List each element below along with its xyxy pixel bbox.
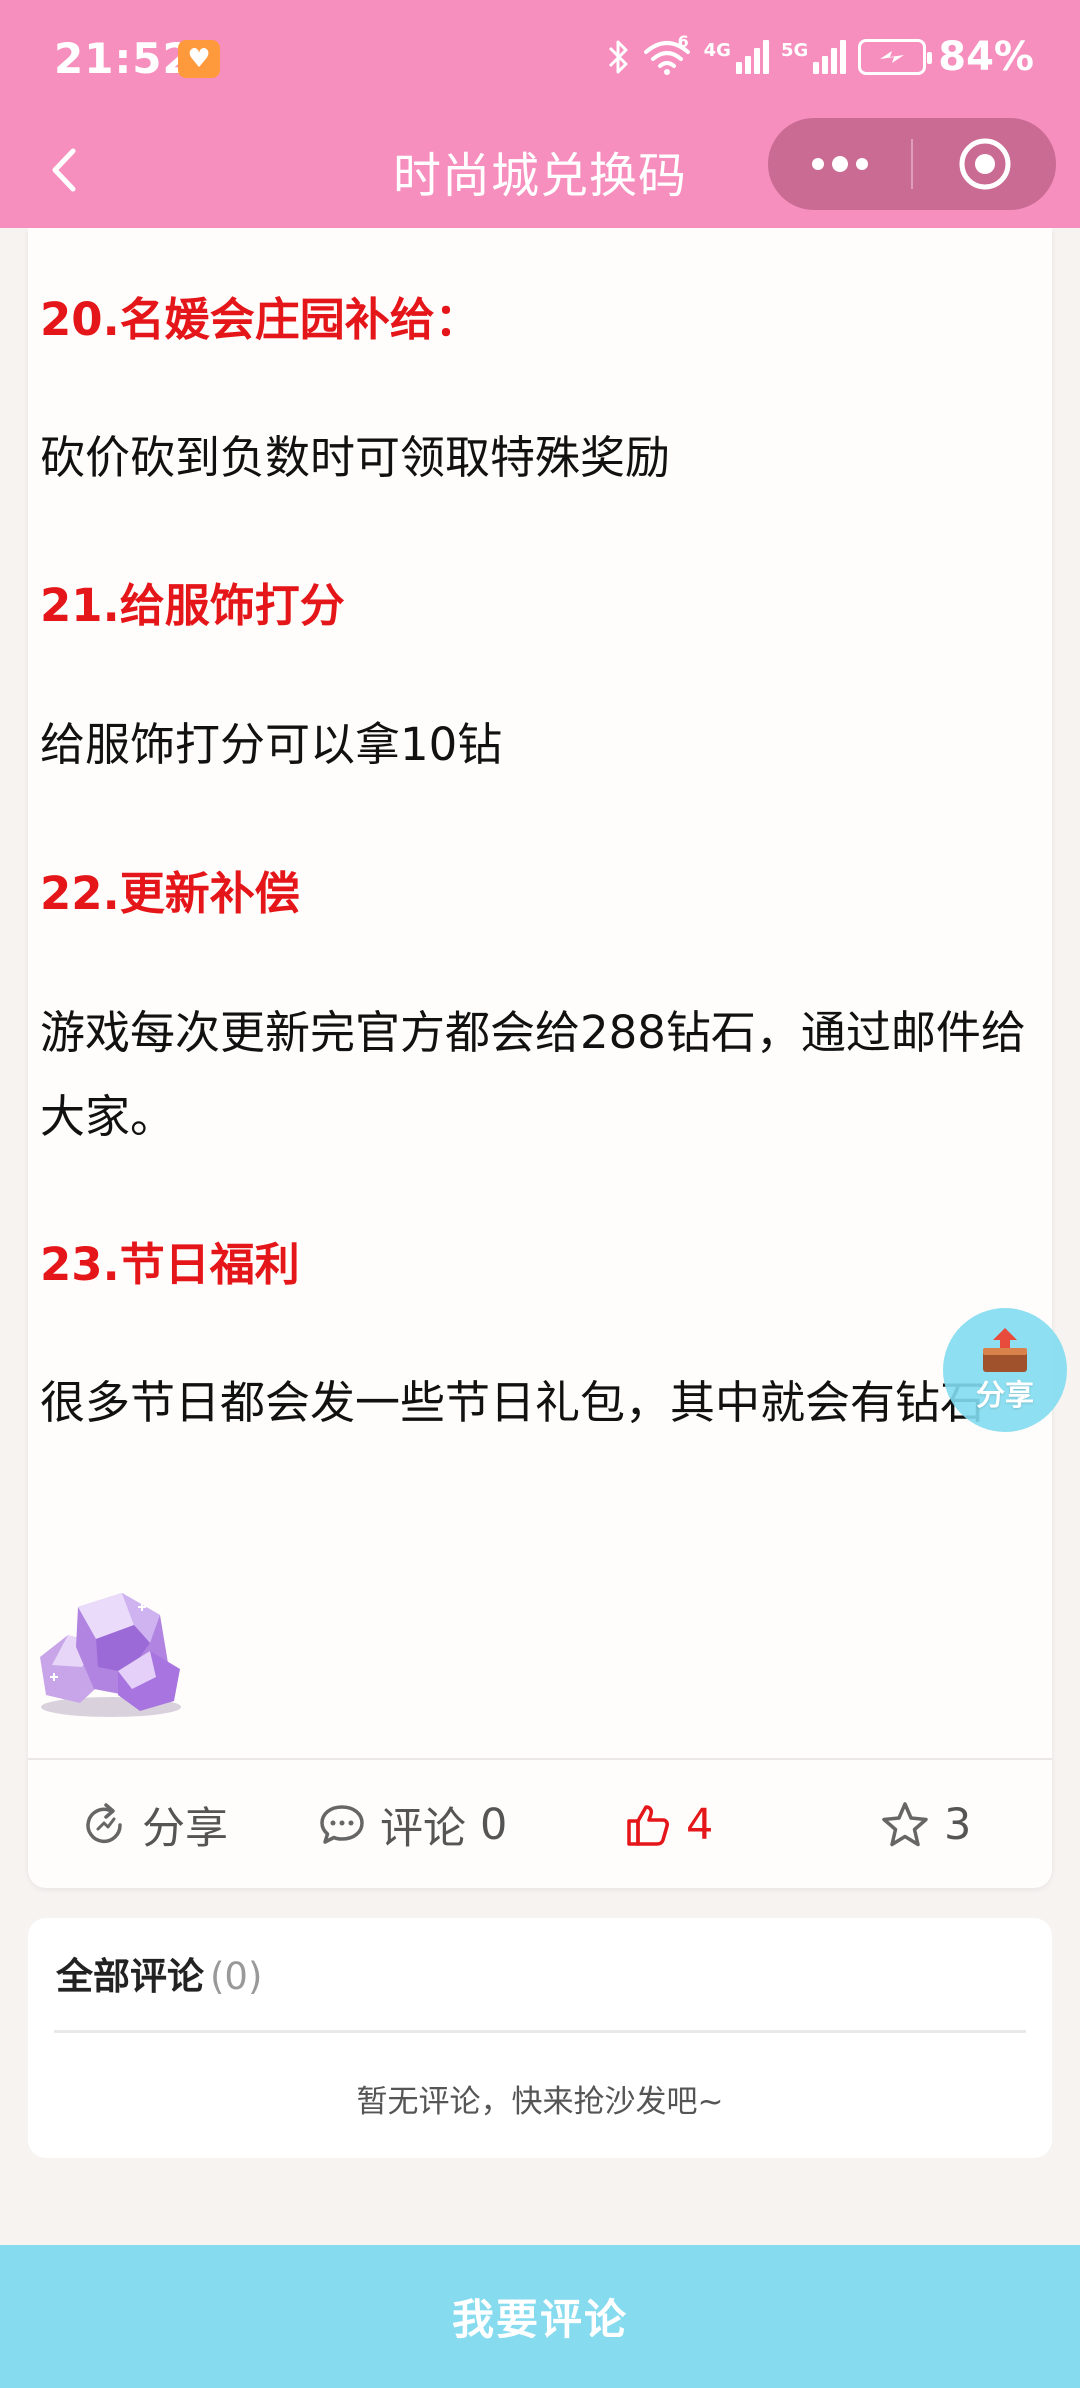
action-bar: 分享 评论 0 4 3 [28,1758,1052,1888]
star-icon [882,1802,928,1847]
battery-icon [858,39,933,75]
floating-share-button[interactable]: 分享 [943,1308,1067,1432]
target-icon [959,138,1010,190]
share-refresh-icon [86,1803,122,1844]
floating-share-label: 分享 [975,1378,1034,1412]
section-text: 砍价砍到负数时可领取特殊奖励 [40,431,671,484]
like-count: 4 [686,1800,714,1850]
comments-title-text: 全部评论 [56,1955,204,1998]
comment-bubble-icon [320,1805,364,1844]
header: 时尚城兑换码 [0,118,1080,228]
comment-action[interactable]: 评论 0 [318,1760,507,1890]
write-comment-button[interactable]: 我要评论 [0,2245,1080,2388]
diamond-image[interactable] [38,1585,184,1721]
share-action[interactable]: 分享 [80,1760,228,1890]
comments-title: 全部评论 (0) [56,1946,262,2000]
comments-card: 全部评论 (0) 暂无评论，快来抢沙发吧~ [28,1918,1052,2158]
section-text: 给服饰打分可以拿10钻 [40,718,503,771]
comments-divider [54,2030,1026,2033]
signal-4g-icon: 4G [704,40,769,74]
comments-empty-text: 暂无评论，快来抢沙发吧~ [356,2084,724,2120]
heart-app-icon: ♥ [178,40,220,78]
more-dots-icon [811,156,868,172]
status-icons: 6 4G 5G 84% [606,32,1034,80]
comment-count: 0 [480,1800,508,1850]
like-action[interactable]: 4 [624,1760,713,1890]
section-text: 游戏每次更新完官方都会给288钻石，通过邮件给大家。 [40,1006,1026,1143]
favorite-action[interactable]: 3 [880,1760,971,1890]
share-box-icon [983,1328,1027,1372]
section-heading: 23.节日福利 [40,1238,300,1291]
section-text: 很多节日都会发一些节日礼包，其中就会有钻石 [40,1376,986,1429]
status-bar: 21:52 ♥ 6 4G 5G 84% [0,0,1080,118]
more-button[interactable] [768,118,911,210]
share-label: 分享 [142,1804,228,1854]
bluetooth-icon [608,40,628,74]
section-heading: 21.给服饰打分 [40,579,345,632]
favorite-count: 3 [944,1800,972,1850]
comment-label: 评论 [380,1804,466,1854]
section-heading: 20.名媛会庄园补给： [40,293,480,346]
battery-percent: 84% [938,34,1034,80]
article-card: 20.名媛会庄园补给： 砍价砍到负数时可领取特殊奖励 21.给服饰打分 给服饰打… [28,228,1052,1888]
comments-count: (0) [210,1955,263,1998]
close-program-button[interactable] [913,118,1056,210]
status-time: 21:52 [54,34,193,83]
wifi-superscript: 6 [677,32,689,51]
mini-program-capsule [768,118,1056,210]
section-heading: 22.更新补偿 [40,867,300,920]
wifi-icon: 6 [642,32,692,76]
thumbs-up-icon [627,1805,669,1846]
signal-5g-icon: 5G [781,40,847,74]
